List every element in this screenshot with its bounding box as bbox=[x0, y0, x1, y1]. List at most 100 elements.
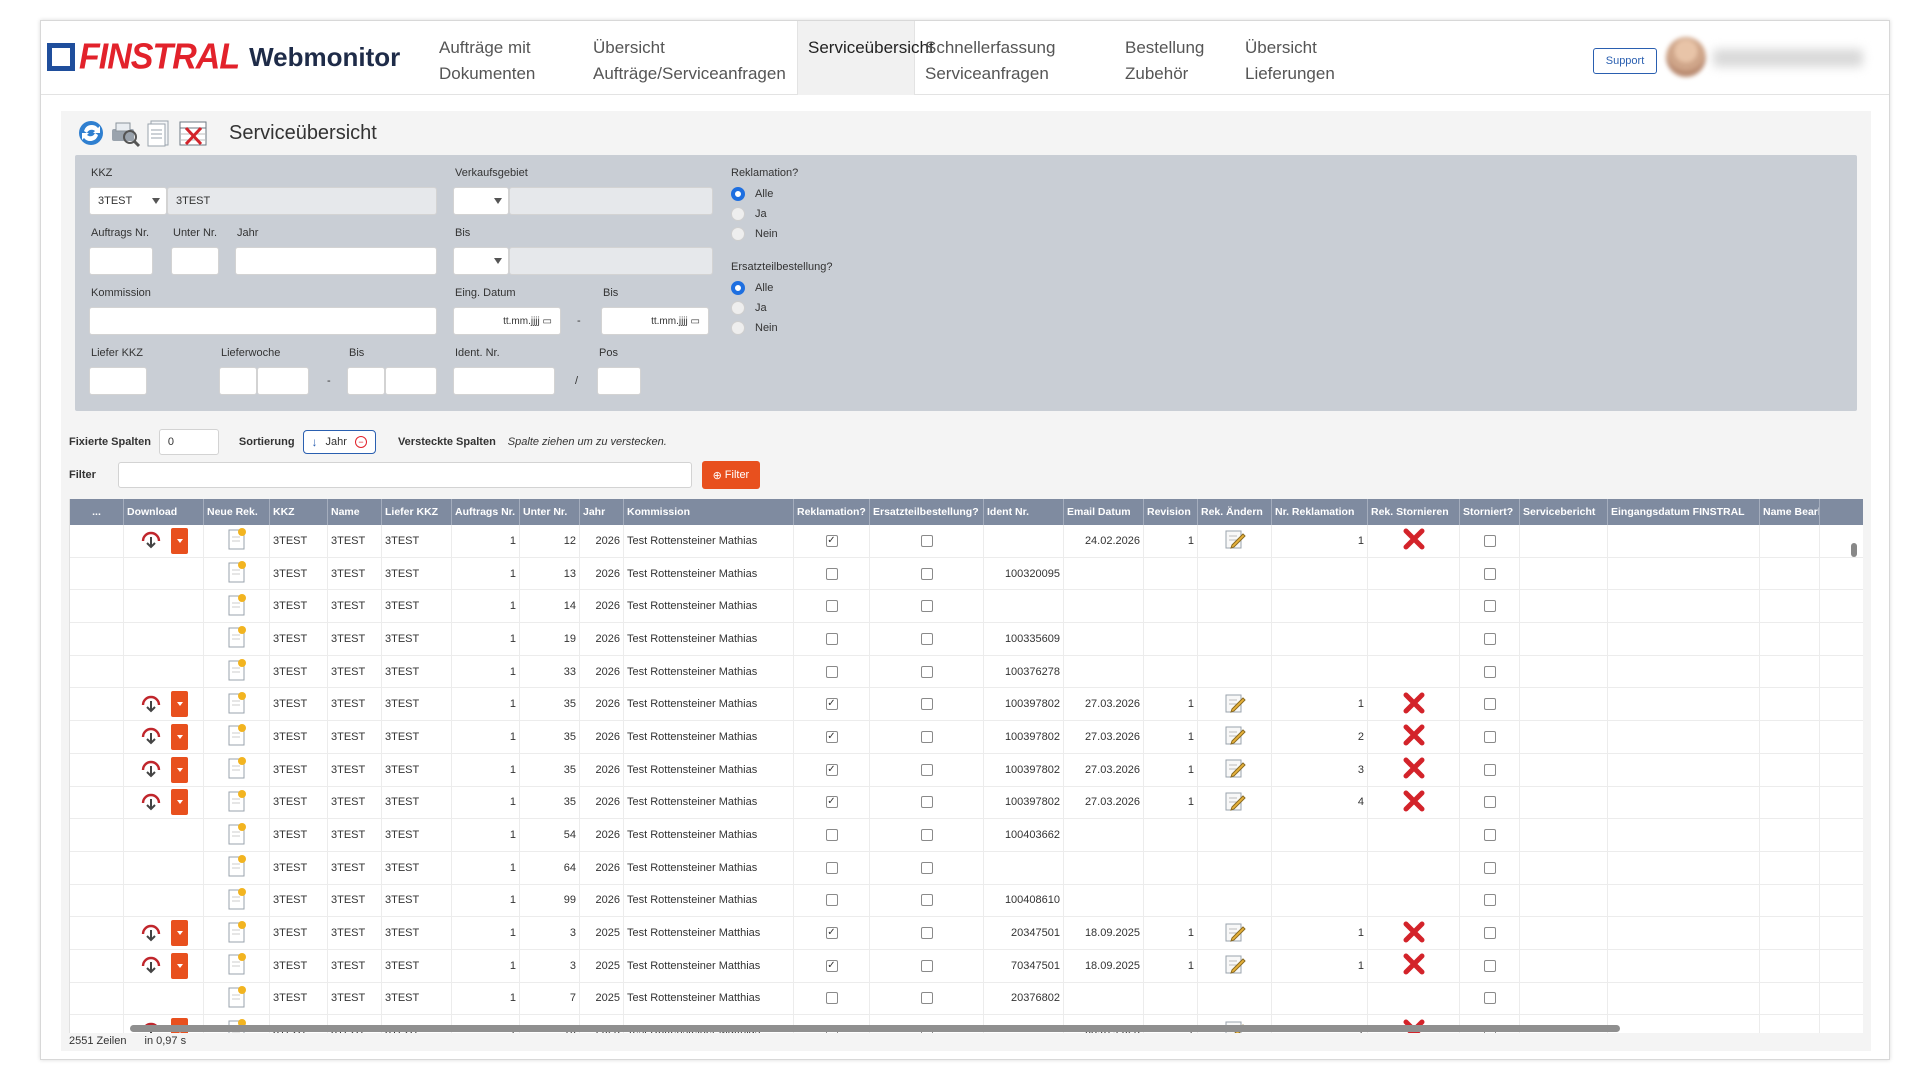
auftrags-nr-input[interactable] bbox=[89, 247, 153, 275]
scroll-thumb[interactable] bbox=[1851, 543, 1857, 557]
reklamation-checkbox[interactable]: ✓ bbox=[825, 927, 838, 940]
new-claim-icon[interactable] bbox=[227, 691, 247, 718]
edit-claim-icon[interactable] bbox=[1223, 952, 1247, 979]
column-header[interactable]: Reklamation? bbox=[794, 499, 870, 525]
nav-item[interactable]: Serviceübersicht bbox=[797, 21, 934, 95]
bis-select[interactable] bbox=[453, 247, 509, 275]
cancel-claim-icon[interactable] bbox=[1402, 756, 1426, 783]
storniert-checkbox[interactable] bbox=[1483, 796, 1496, 809]
column-header[interactable]: Download bbox=[124, 499, 204, 525]
reklamation-ja-radio[interactable]: Ja bbox=[731, 207, 767, 221]
table-row[interactable]: 3TEST 3TEST 3TEST 1 99 2026 Test Rottensteiner… bbox=[70, 884, 1863, 918]
new-claim-icon[interactable] bbox=[227, 822, 247, 849]
calendar-icon[interactable]: ▭ bbox=[691, 316, 700, 327]
table-row[interactable]: 3TEST 3TEST 3TEST 1 35 2026 Test Rottensteiner… bbox=[70, 688, 1863, 722]
lieferwoche-bis-week-input[interactable] bbox=[347, 367, 385, 395]
reklamation-alle-radio[interactable]: Alle bbox=[731, 187, 773, 201]
jahr-input[interactable] bbox=[235, 247, 437, 275]
new-claim-icon[interactable] bbox=[227, 887, 247, 914]
new-claim-icon[interactable] bbox=[227, 527, 247, 554]
ersatzteil-ja-radio[interactable]: Ja bbox=[731, 301, 767, 315]
cancel-claim-icon[interactable] bbox=[1402, 527, 1426, 554]
calendar-icon[interactable]: ▭ bbox=[543, 316, 552, 327]
cancel-claim-icon[interactable] bbox=[1402, 920, 1426, 947]
new-claim-icon[interactable] bbox=[227, 854, 247, 881]
table-row[interactable]: 3TEST 3TEST 3TEST 1 12 2026 Test Rottensteiner… bbox=[70, 525, 1863, 558]
storniert-checkbox[interactable] bbox=[1483, 959, 1496, 972]
reklamation-checkbox[interactable]: ✓ bbox=[825, 959, 838, 972]
storniert-checkbox[interactable] bbox=[1483, 730, 1496, 743]
new-claim-icon[interactable] bbox=[227, 658, 247, 685]
ersatzteil-checkbox[interactable] bbox=[920, 730, 933, 743]
ersatzteil-checkbox[interactable] bbox=[920, 632, 933, 645]
storniert-checkbox[interactable] bbox=[1483, 992, 1496, 1005]
download-icon[interactable] bbox=[139, 952, 163, 979]
column-header[interactable]: Rek. Stornieren bbox=[1368, 499, 1460, 525]
horizontal-scrollbar[interactable] bbox=[120, 1023, 1860, 1033]
table-row[interactable]: 3TEST 3TEST 3TEST 1 64 2026 Test Rottensteiner… bbox=[70, 851, 1863, 885]
storniert-checkbox[interactable] bbox=[1483, 861, 1496, 874]
remove-sort-icon[interactable]: − bbox=[354, 436, 367, 448]
download-icon[interactable] bbox=[139, 723, 163, 750]
ersatzteil-nein-radio[interactable]: Nein bbox=[731, 321, 778, 335]
download-icon[interactable] bbox=[139, 691, 163, 718]
column-header[interactable]: KKZ bbox=[270, 499, 328, 525]
download-menu-button[interactable] bbox=[171, 691, 188, 718]
column-header[interactable]: Eingangsdatum FINSTRAL bbox=[1608, 499, 1760, 525]
download-menu-button[interactable] bbox=[171, 723, 188, 750]
new-claim-icon[interactable] bbox=[227, 723, 247, 750]
new-claim-icon[interactable] bbox=[227, 952, 247, 979]
ersatzteil-checkbox[interactable] bbox=[920, 829, 933, 842]
edit-claim-icon[interactable] bbox=[1223, 691, 1247, 718]
reklamation-checkbox[interactable] bbox=[825, 665, 838, 678]
storniert-checkbox[interactable] bbox=[1483, 829, 1496, 842]
kkz-select[interactable]: 3TEST bbox=[89, 187, 167, 215]
edit-claim-icon[interactable] bbox=[1223, 920, 1247, 947]
nav-item[interactable]: Aufträge mit Dokumenten bbox=[429, 21, 583, 95]
pos-input[interactable] bbox=[597, 367, 641, 395]
column-header[interactable]: Unter Nr. bbox=[520, 499, 580, 525]
ersatzteil-checkbox[interactable] bbox=[920, 665, 933, 678]
reklamation-checkbox[interactable] bbox=[825, 600, 838, 613]
cancel-claim-icon[interactable] bbox=[1402, 952, 1426, 979]
reklamation-checkbox[interactable] bbox=[825, 567, 838, 580]
lieferwoche-week-input[interactable] bbox=[219, 367, 257, 395]
support-button[interactable]: Support bbox=[1593, 48, 1657, 74]
column-header[interactable]: Nr. Reklamation bbox=[1272, 499, 1368, 525]
table-row[interactable]: 3TEST 3TEST 3TEST 1 33 2026 Test Rottensteiner… bbox=[70, 655, 1863, 689]
edit-claim-icon[interactable] bbox=[1223, 723, 1247, 750]
column-header[interactable]: Name bbox=[328, 499, 382, 525]
nav-item[interactable]: Bestellung Zubehör bbox=[1115, 21, 1235, 95]
search-printer-icon[interactable] bbox=[109, 117, 141, 149]
new-claim-icon[interactable] bbox=[227, 920, 247, 947]
table-row[interactable]: 3TEST 3TEST 3TEST 1 19 2026 Test Rottensteiner… bbox=[70, 623, 1863, 656]
ersatzteil-checkbox[interactable] bbox=[920, 959, 933, 972]
new-claim-icon[interactable] bbox=[227, 789, 247, 816]
column-header[interactable]: Ident Nr. bbox=[984, 499, 1064, 525]
column-header[interactable]: Name Bearb bbox=[1760, 499, 1820, 525]
ersatzteil-checkbox[interactable] bbox=[920, 927, 933, 940]
storniert-checkbox[interactable] bbox=[1483, 567, 1496, 580]
filter-button[interactable]: ⊕ Filter bbox=[701, 461, 760, 489]
column-header[interactable]: Liefer KKZ bbox=[382, 499, 452, 525]
fixed-columns-input[interactable]: 0 bbox=[158, 429, 219, 455]
new-claim-icon[interactable] bbox=[227, 593, 247, 620]
verkaufsgebiet-field[interactable] bbox=[509, 187, 713, 215]
edit-claim-icon[interactable] bbox=[1223, 527, 1247, 554]
download-menu-button[interactable] bbox=[171, 527, 188, 554]
column-header[interactable]: ... bbox=[70, 499, 124, 525]
storniert-checkbox[interactable] bbox=[1483, 665, 1496, 678]
column-header[interactable]: Auftrags Nr. bbox=[452, 499, 520, 525]
column-header[interactable]: Rek. Ändern bbox=[1198, 499, 1272, 525]
storniert-checkbox[interactable] bbox=[1483, 534, 1496, 547]
storniert-checkbox[interactable] bbox=[1483, 927, 1496, 940]
reklamation-checkbox[interactable] bbox=[825, 861, 838, 874]
download-icon[interactable] bbox=[139, 527, 163, 554]
download-menu-button[interactable] bbox=[171, 789, 188, 816]
reklamation-checkbox[interactable]: ✓ bbox=[825, 796, 838, 809]
reklamation-checkbox[interactable] bbox=[825, 632, 838, 645]
table-row[interactable]: 3TEST 3TEST 3TEST 1 7 2025 Test Rottensteiner … bbox=[70, 982, 1863, 1016]
reklamation-checkbox[interactable] bbox=[825, 829, 838, 842]
liefer-kkz-input[interactable] bbox=[89, 367, 147, 395]
column-header[interactable]: Ersatzteilbestellung? bbox=[870, 499, 984, 525]
